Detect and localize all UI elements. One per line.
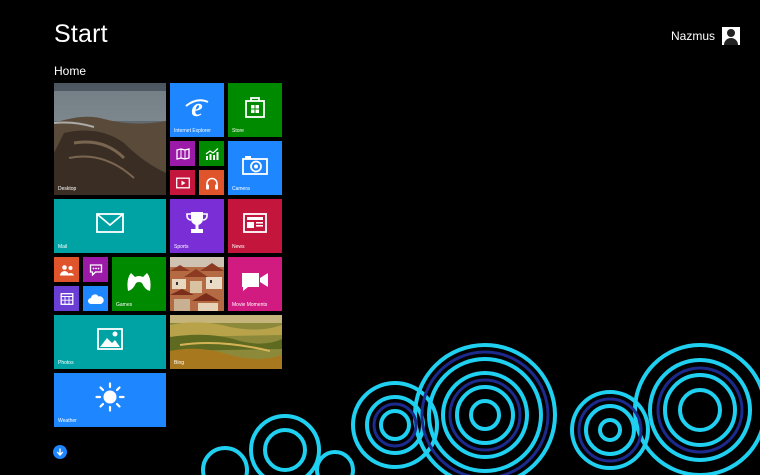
- store-bag-icon: [245, 96, 265, 118]
- all-apps-button[interactable]: [53, 445, 67, 459]
- tile-label: Bing: [174, 360, 185, 366]
- calendar-icon: [60, 292, 73, 305]
- city-rooftops-photo: [170, 257, 224, 311]
- tile-desktop[interactable]: Desktop: [54, 83, 166, 195]
- tile-label: Sports: [174, 244, 189, 250]
- tile-news[interactable]: News: [228, 199, 282, 253]
- group-label-home[interactable]: Home: [54, 64, 86, 78]
- svg-text:e: e: [191, 94, 203, 120]
- game-controller-icon: [127, 272, 151, 291]
- cloud-icon: [87, 293, 104, 304]
- tile-label: Desktop: [58, 186, 77, 192]
- tile-mail[interactable]: Mail: [54, 199, 166, 253]
- tile-people[interactable]: [54, 257, 79, 282]
- tile-photos[interactable]: Photos: [54, 315, 166, 369]
- tile-label: Photos: [58, 360, 74, 366]
- tile-video[interactable]: [170, 170, 195, 195]
- tile-store[interactable]: Store: [228, 83, 282, 137]
- tile-label: Weather: [58, 418, 77, 424]
- tile-maps[interactable]: [170, 141, 195, 166]
- tile-travel-photo[interactable]: [170, 257, 224, 311]
- tile-label: Movie Moments: [232, 302, 268, 308]
- picture-icon: [97, 327, 123, 350]
- messaging-icon: [89, 263, 102, 276]
- down-arrow-icon: [56, 448, 64, 456]
- user-avatar-icon: [722, 27, 740, 45]
- tile-label: Games: [116, 302, 133, 308]
- swirl-waves-decoration: [201, 343, 760, 475]
- page-title: Start: [54, 20, 108, 48]
- tile-camera[interactable]: Camera: [228, 141, 282, 195]
- tile-music[interactable]: [199, 170, 224, 195]
- tile-label: Internet Explorer: [174, 128, 211, 134]
- trophy-icon: [186, 211, 208, 233]
- tile-label: Store: [232, 128, 244, 134]
- mail-envelope-icon: [96, 212, 124, 233]
- tile-label: News: [232, 244, 245, 250]
- tile-messaging[interactable]: [83, 257, 108, 282]
- finance-chart-icon: [205, 147, 218, 160]
- video-icon: [175, 177, 190, 188]
- tile-movie-moments[interactable]: Movie Moments: [228, 257, 282, 311]
- headphones-icon: [205, 177, 218, 189]
- tile-finance[interactable]: [199, 141, 224, 166]
- tile-calendar[interactable]: [54, 286, 79, 311]
- tile-skydrive[interactable]: [83, 286, 108, 311]
- user-account[interactable]: Nazmus: [671, 27, 740, 45]
- desktop-wallpaper-image: [54, 83, 166, 195]
- sun-icon: [95, 382, 125, 412]
- tile-weather[interactable]: Weather: [54, 373, 166, 427]
- maps-icon: [175, 147, 190, 160]
- newspaper-icon: [243, 212, 267, 233]
- tile-label: Camera: [232, 186, 250, 192]
- people-icon: [59, 264, 74, 275]
- tile-games[interactable]: Games: [112, 257, 166, 311]
- tile-label: Mail: [58, 244, 68, 250]
- tile-sports[interactable]: Sports: [170, 199, 224, 253]
- movie-camera-icon: [242, 272, 268, 291]
- internet-explorer-icon: e: [185, 94, 209, 120]
- tile-internet-explorer[interactable]: e Internet Explorer: [170, 83, 224, 137]
- user-name: Nazmus: [670, 29, 715, 43]
- camera-icon: [242, 155, 268, 175]
